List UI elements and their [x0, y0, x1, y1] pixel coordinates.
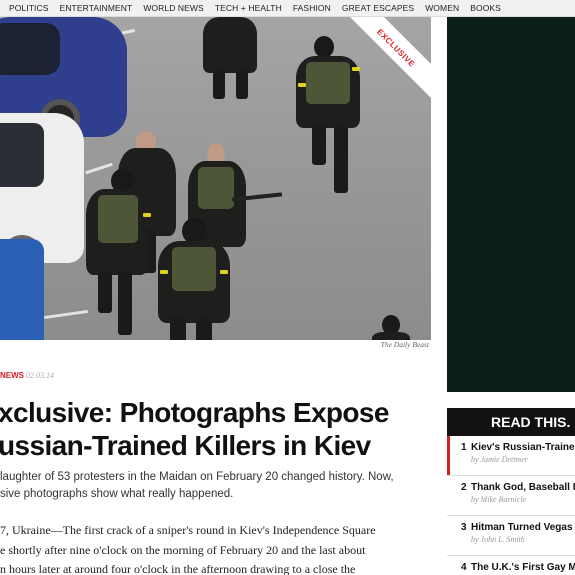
figure-vest — [172, 247, 216, 291]
figure-leg — [312, 125, 326, 165]
figure-leg — [213, 69, 225, 99]
article-category: NEWS 02.03.14 — [0, 371, 54, 380]
read-this-list: 1 Kiev's Russian-Trained A by Jamie Dett… — [447, 436, 575, 575]
figure-vest — [98, 195, 138, 243]
armband — [298, 83, 306, 87]
nav-books[interactable]: BOOKS — [470, 3, 501, 13]
figure-leg — [334, 125, 348, 193]
nav-entertainment[interactable]: ENTERTAINMENT — [60, 3, 133, 13]
list-item[interactable]: 3 Hitman Turned Vegas Tou by John L. Smi… — [447, 516, 575, 556]
armband — [160, 270, 168, 274]
nav-fashion[interactable]: FASHION — [293, 3, 331, 13]
figure-leg — [170, 317, 186, 340]
article-headline: xclusive: Photographs Expose ussian-Trai… — [0, 397, 389, 461]
car-window — [0, 123, 44, 187]
figure-officer — [203, 17, 257, 73]
ad-panel — [447, 17, 575, 392]
article-date: 02.03.14 — [26, 371, 54, 380]
figure-leg — [118, 271, 132, 335]
armband — [352, 67, 360, 71]
list-item[interactable]: 2 Thank God, Baseball Is B by Mike Barni… — [447, 476, 575, 516]
nav-world-news[interactable]: WORLD NEWS — [143, 3, 204, 13]
list-item-title[interactable]: Hitman Turned Vegas Tou — [461, 522, 575, 533]
photo-car-blue-2 — [0, 239, 44, 340]
list-item-number: 4 — [461, 562, 467, 573]
armband — [143, 213, 151, 217]
car-window — [0, 23, 60, 75]
top-nav: POLITICS ENTERTAINMENT WORLD NEWS TECH +… — [0, 0, 575, 17]
category-label[interactable]: NEWS — [0, 371, 24, 380]
list-item-byline: by John L. Smith — [471, 535, 525, 544]
list-item[interactable]: 4 The U.K.'s First Gay Marr — [447, 556, 575, 575]
list-item-byline: by Mike Barnicle — [471, 495, 527, 504]
figure-leg — [196, 317, 212, 340]
article-dek: laughter of 53 protesters in the Maidan … — [0, 471, 394, 500]
figure-head — [207, 143, 225, 163]
figure-vest — [306, 62, 350, 104]
figure-officer — [372, 332, 410, 340]
read-this-header: READ THIS.lis — [447, 408, 575, 436]
list-item-number: 1 — [461, 442, 467, 453]
figure-head — [314, 36, 334, 58]
photo-credit: The Daily Beast — [380, 340, 429, 349]
nav-women[interactable]: WOMEN — [425, 3, 459, 13]
article-body: 7, Ukraine—The first crack of a sniper's… — [0, 523, 376, 575]
figure-leg — [236, 69, 248, 99]
list-item-byline: by Jamie Dettmer — [471, 455, 528, 464]
read-this-title: READ THIS. — [491, 414, 571, 430]
list-item-title[interactable]: Kiev's Russian-Trained A — [461, 442, 575, 453]
list-item[interactable]: 1 Kiev's Russian-Trained A by Jamie Dett… — [447, 436, 575, 476]
list-item-number: 2 — [461, 482, 467, 493]
armband — [220, 270, 228, 274]
hero-photo: EXCLUSIVE — [0, 17, 431, 340]
nav-great-escapes[interactable]: GREAT ESCAPES — [342, 3, 414, 13]
figure-leg — [98, 271, 112, 313]
list-item-title[interactable]: The U.K.'s First Gay Marr — [461, 562, 575, 573]
nav-tech-health[interactable]: TECH + HEALTH — [215, 3, 282, 13]
figure-vest — [198, 167, 234, 209]
list-item-title[interactable]: Thank God, Baseball Is B — [461, 482, 575, 493]
list-item-number: 3 — [461, 522, 467, 533]
nav-politics[interactable]: POLITICS — [9, 3, 49, 13]
